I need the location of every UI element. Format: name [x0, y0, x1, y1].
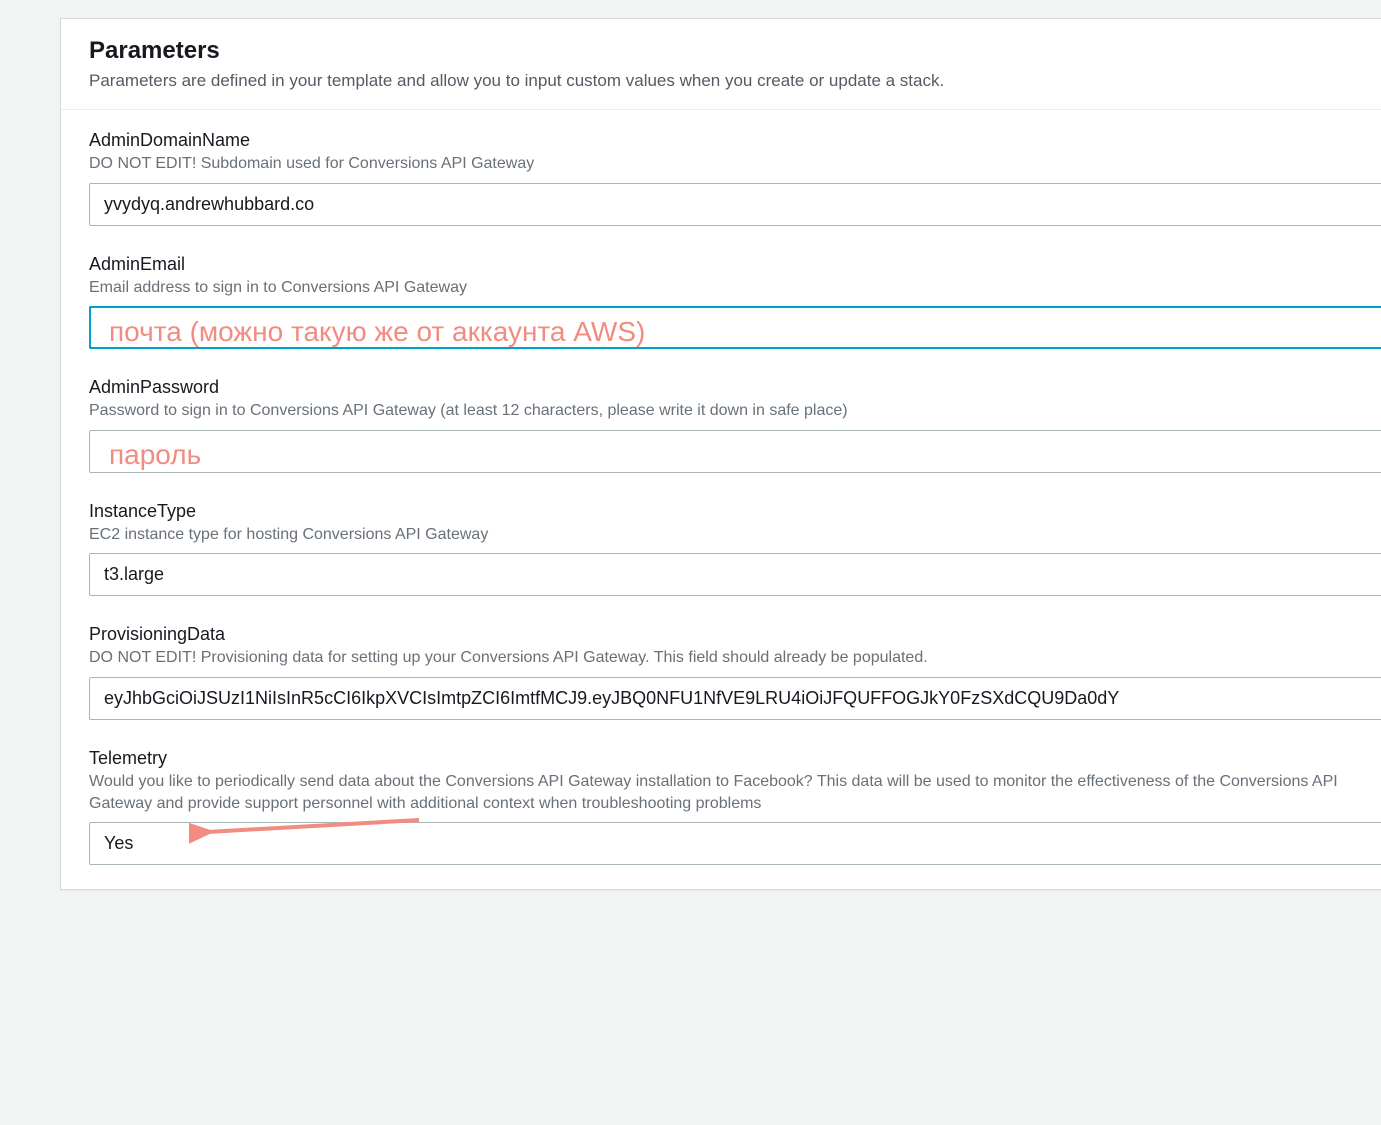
admin-password-input[interactable] — [89, 430, 1381, 473]
admin-email-input[interactable] — [89, 306, 1381, 349]
instance-type-label: InstanceType — [89, 501, 1381, 522]
admin-email-label: AdminEmail — [89, 254, 1381, 275]
telemetry-value: Yes — [104, 833, 133, 854]
provisioning-data-input[interactable] — [89, 677, 1381, 720]
field-admin-domain: AdminDomainName DO NOT EDIT! Subdomain u… — [89, 130, 1381, 226]
provisioning-data-label: ProvisioningData — [89, 624, 1381, 645]
panel-subtitle: Parameters are defined in your template … — [89, 71, 1353, 91]
provisioning-data-desc: DO NOT EDIT! Provisioning data for setti… — [89, 647, 1381, 669]
telemetry-label: Telemetry — [89, 748, 1381, 769]
panel-header: Parameters Parameters are defined in you… — [61, 19, 1381, 110]
parameters-panel: Parameters Parameters are defined in you… — [60, 18, 1381, 890]
instance-type-input[interactable] — [89, 553, 1381, 596]
admin-domain-input[interactable] — [89, 183, 1381, 226]
field-provisioning-data: ProvisioningData DO NOT EDIT! Provisioni… — [89, 624, 1381, 720]
admin-email-desc: Email address to sign in to Conversions … — [89, 277, 1381, 299]
instance-type-desc: EC2 instance type for hosting Conversion… — [89, 524, 1381, 546]
panel-title: Parameters — [89, 37, 1353, 65]
admin-password-label: AdminPassword — [89, 377, 1381, 398]
telemetry-select[interactable]: Yes — [89, 822, 1381, 865]
admin-domain-desc: DO NOT EDIT! Subdomain used for Conversi… — [89, 153, 1381, 175]
field-telemetry: Telemetry Would you like to periodically… — [89, 748, 1381, 865]
field-instance-type: InstanceType EC2 instance type for hosti… — [89, 501, 1381, 597]
admin-password-desc: Password to sign in to Conversions API G… — [89, 400, 1381, 422]
fields-container: AdminDomainName DO NOT EDIT! Subdomain u… — [61, 110, 1381, 889]
field-admin-email: AdminEmail Email address to sign in to C… — [89, 254, 1381, 350]
field-admin-password: AdminPassword Password to sign in to Con… — [89, 377, 1381, 473]
admin-domain-label: AdminDomainName — [89, 130, 1381, 151]
telemetry-desc: Would you like to periodically send data… — [89, 771, 1381, 814]
